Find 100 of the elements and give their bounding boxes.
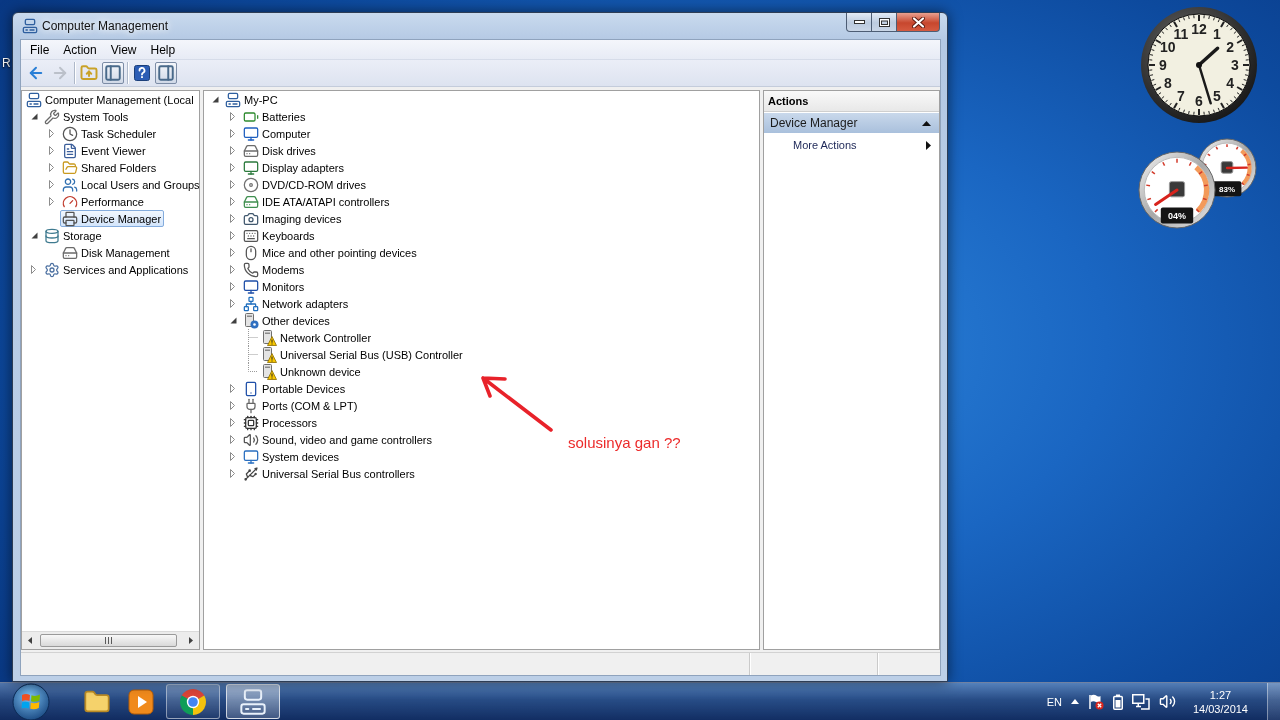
maximize-button[interactable]: [871, 13, 897, 32]
close-button[interactable]: [896, 13, 940, 32]
tree-item[interactable]: Monitors: [241, 278, 308, 295]
cpu-meter-gadget[interactable]: 83% 04%: [1138, 137, 1260, 231]
language-indicator[interactable]: EN: [1046, 695, 1062, 708]
horizontal-scrollbar[interactable]: [22, 631, 199, 649]
clock-gadget[interactable]: 11 12 1 10 2 9 3 8 4 7 6 5: [1139, 5, 1259, 125]
expand-arrow-icon[interactable]: [230, 282, 235, 291]
tree-item[interactable]: Disk Management: [60, 244, 173, 261]
action-link[interactable]: More Actions: [764, 133, 939, 157]
tree-item[interactable]: Display adapters: [241, 159, 347, 176]
tree-item[interactable]: Modems: [241, 261, 308, 278]
tree-item[interactable]: Disk drives: [241, 142, 319, 159]
expand-arrow-icon[interactable]: [230, 146, 235, 155]
expand-arrow-icon[interactable]: [230, 214, 235, 223]
tree-item[interactable]: Universal Serial Bus (USB) Controller: [259, 346, 466, 363]
expand-arrow-icon[interactable]: [49, 146, 54, 155]
menu-item[interactable]: Action: [56, 40, 104, 59]
tree-item[interactable]: Device Manager: [60, 210, 165, 227]
battery-icon[interactable]: [1112, 693, 1123, 710]
collapse-arrow-icon[interactable]: [31, 113, 38, 120]
computer-icon: [26, 91, 42, 108]
section-header[interactable]: Device Manager: [764, 113, 939, 133]
smartphone-icon: [243, 380, 259, 397]
tree-item[interactable]: Performance: [60, 193, 147, 210]
scrollbar-thumb[interactable]: [40, 634, 177, 647]
tree-item[interactable]: Keyboards: [241, 227, 318, 244]
collapse-arrow-icon[interactable]: [31, 232, 38, 239]
tree-item[interactable]: Task Scheduler: [60, 125, 160, 142]
tree-item[interactable]: Local Users and Groups: [60, 176, 199, 193]
menu-item[interactable]: File: [23, 40, 57, 59]
window-title: Computer Management: [42, 19, 169, 33]
tree-item[interactable]: Sound, video and game controllers: [241, 431, 435, 448]
expand-arrow-icon[interactable]: [49, 180, 54, 189]
desktop-icon-label[interactable]: R: [2, 56, 11, 70]
expand-arrow-icon[interactable]: [230, 401, 235, 410]
expand-arrow-icon[interactable]: [49, 163, 54, 172]
expand-arrow-icon[interactable]: [230, 163, 235, 172]
chip-icon: [1220, 161, 1234, 174]
tree-item[interactable]: Computer: [241, 125, 314, 142]
tree-item[interactable]: DVD/CD-ROM drives: [241, 176, 369, 193]
expand-arrow-icon[interactable]: [230, 384, 235, 393]
expand-arrow-icon[interactable]: [230, 248, 235, 257]
tree-item[interactable]: Ports (COM & LPT): [241, 397, 361, 414]
monitor-icon: [243, 125, 259, 142]
expand-arrow-icon[interactable]: [230, 418, 235, 427]
minimize-button[interactable]: [846, 13, 872, 32]
up-triangle-icon[interactable]: [1070, 699, 1079, 704]
tree-item[interactable]: System Tools: [42, 108, 132, 125]
expand-arrow-icon[interactable]: [230, 435, 235, 444]
tree-item[interactable]: Portable Devices: [241, 380, 349, 397]
gauge-icon: [62, 193, 78, 210]
collapse-arrow-icon[interactable]: [230, 317, 237, 324]
network-icon[interactable]: [1131, 693, 1150, 710]
console-tree-button[interactable]: [102, 62, 124, 84]
expand-arrow-icon[interactable]: [31, 265, 36, 274]
expand-arrow-icon[interactable]: [49, 129, 54, 138]
tree-item[interactable]: Services and Applications: [42, 261, 192, 278]
collapse-arrow-icon[interactable]: [212, 96, 219, 103]
expand-arrow-icon[interactable]: [230, 299, 235, 308]
tree-item[interactable]: Universal Serial Bus controllers: [241, 465, 418, 482]
tree-item[interactable]: Computer Management (Local: [24, 91, 197, 108]
tray-date[interactable]: 14/03/2014: [1192, 701, 1248, 716]
tree-item[interactable]: IDE ATA/ATAPI controllers: [241, 193, 393, 210]
tree-item[interactable]: Network Controller: [259, 329, 375, 346]
tree-item[interactable]: Batteries: [241, 108, 309, 125]
show-desktop-button[interactable]: [1267, 683, 1280, 720]
flag-icon[interactable]: [1087, 693, 1104, 710]
tree-item[interactable]: My-PC: [223, 91, 281, 108]
expand-arrow-icon[interactable]: [230, 112, 235, 121]
help-button[interactable]: [131, 62, 153, 84]
clock-icon: [62, 125, 78, 142]
menu-item[interactable]: Help: [143, 40, 183, 59]
expand-arrow-icon[interactable]: [230, 469, 235, 478]
expand-arrow-icon[interactable]: [49, 197, 54, 206]
taskbar-button[interactable]: [166, 684, 220, 719]
speaker-icon[interactable]: [1158, 693, 1176, 710]
tree-item[interactable]: Shared Folders: [60, 159, 160, 176]
action-pane-button[interactable]: [155, 62, 177, 84]
tray-time[interactable]: 1:27: [1209, 687, 1232, 702]
clock-numeral: 6: [1195, 93, 1203, 109]
expand-arrow-icon[interactable]: [230, 197, 235, 206]
taskbar-button[interactable]: [226, 684, 280, 719]
tree-item[interactable]: Event Viewer: [60, 142, 149, 159]
tree-item[interactable]: Imaging devices: [241, 210, 345, 227]
pane-title: Actions: [764, 91, 939, 112]
expand-arrow-icon[interactable]: [230, 129, 235, 138]
expand-arrow-icon[interactable]: [230, 452, 235, 461]
expand-arrow-icon[interactable]: [230, 180, 235, 189]
tree-item[interactable]: Storage: [42, 227, 105, 244]
tree-item[interactable]: Processors: [241, 414, 321, 431]
expand-arrow-icon[interactable]: [230, 265, 235, 274]
tree-item[interactable]: Unknown device: [259, 363, 364, 380]
tree-item[interactable]: Mice and other pointing devices: [241, 244, 420, 261]
expand-arrow-icon[interactable]: [230, 231, 235, 240]
tree-item[interactable]: System devices: [241, 448, 343, 465]
browser-icon: [179, 687, 207, 716]
menu-item[interactable]: View: [103, 40, 144, 59]
tree-item[interactable]: Other devices: [241, 312, 333, 329]
tree-item[interactable]: Network adapters: [241, 295, 352, 312]
